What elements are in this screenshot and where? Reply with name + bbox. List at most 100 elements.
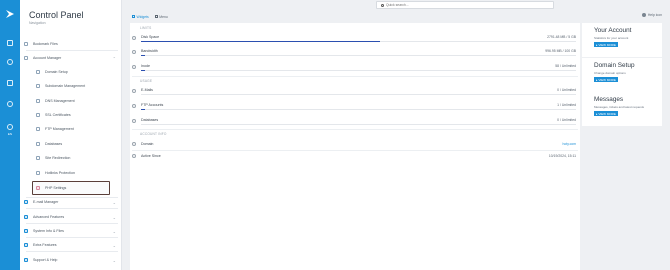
dns-icon (36, 99, 40, 103)
sidebar: Control Panel Navigation Bookmark Files … (20, 0, 122, 270)
stat-label: Databases (141, 118, 159, 122)
info-heading: ACCOUNT INFO (140, 132, 167, 136)
subdomain-icon (36, 84, 40, 88)
inode-icon (132, 65, 136, 69)
domain-icon (132, 142, 136, 146)
globe-icon (36, 70, 40, 74)
clock-icon (132, 154, 136, 158)
sidebar-item-subdomain-management[interactable]: Subdomain Management (36, 82, 85, 90)
info-value: 10/19/2024, 15:11 (548, 154, 576, 158)
chevron-down-icon: ⌄ (112, 199, 116, 205)
app-rail: EN (0, 0, 20, 270)
globe-icon[interactable] (7, 59, 13, 65)
stat-label: E-Mails (141, 88, 153, 92)
shield-icon (36, 171, 40, 175)
tab-widgets[interactable]: Widgets (132, 15, 149, 19)
view-more-button[interactable]: ▸ VIEW MORE (594, 111, 618, 116)
sidebar-item-advanced-features[interactable]: Advanced Features ⌄ (24, 213, 116, 221)
sidebar-item-support-help[interactable]: Support & Help ⌄ (24, 256, 116, 264)
apps-icon[interactable] (7, 80, 13, 86)
stat-label: Inode (141, 64, 150, 68)
divider (132, 76, 578, 77)
lock-icon (36, 113, 40, 117)
sidebar-item-label: SSL Certificates (45, 113, 71, 117)
divider (26, 237, 118, 238)
sidebar-item-account-manager[interactable]: Account Manager ⌃ (24, 54, 116, 62)
card-messages: Messages Messages, tickets and latest re… (582, 92, 662, 126)
divider (26, 251, 118, 252)
card-subtitle: Change domain options (594, 71, 626, 75)
database-icon (132, 119, 136, 123)
sidebar-item-label: Subdomain Management (45, 84, 86, 88)
sidebar-item-domain-setup[interactable]: Domain Setup (36, 68, 68, 76)
usage-bar (141, 124, 576, 126)
search-box[interactable] (376, 1, 554, 9)
redirect-icon (36, 156, 40, 160)
view-more-button[interactable]: ▸ VIEW MORE (594, 42, 618, 47)
view-more-button[interactable]: ▸ VIEW MORE (594, 77, 618, 82)
logo-icon[interactable] (5, 9, 15, 19)
card-your-account: Your Account Statistics for your account… (582, 23, 662, 57)
stat-label: Disk Space (141, 35, 160, 39)
usage-bar (141, 55, 576, 57)
bookmark-files[interactable]: Bookmark Files (24, 40, 120, 47)
usage-bar (141, 41, 576, 43)
stat-value: 996.95 MB / 100 GB (545, 49, 576, 53)
card-title: Messages (594, 96, 624, 103)
divider (132, 150, 578, 151)
usage-bar (141, 70, 576, 72)
chevron-up-icon: ⌃ (112, 55, 116, 61)
stat-value: 58 / Unlimited (555, 64, 576, 68)
settings-icon[interactable] (7, 101, 13, 107)
stat-label: FTP Accounts (141, 103, 164, 107)
sidebar-item-site-redirection[interactable]: Site Redirection (36, 154, 70, 162)
sidebar-item-label: Site Redirection (45, 156, 71, 160)
sidebar-item-label: DNS Management (45, 99, 75, 103)
stat-disk-space: Disk Space 2791.48 MB / 5 GB (132, 35, 578, 45)
sidebar-subtitle: Navigation (29, 21, 46, 25)
sidebar-item-hotlinks-protection[interactable]: Hotlinks Protection (36, 169, 75, 177)
card-subtitle: Statistics for your account (594, 36, 629, 40)
folder-icon (36, 127, 40, 131)
stat-value: 0 / Unlimited (557, 88, 576, 92)
divider (132, 129, 578, 130)
info-domain: Domain hoty.com (132, 141, 578, 149)
usage-bar-fill (141, 55, 146, 57)
card-title: Your Account (594, 27, 632, 34)
stat-ftp-accounts: FTP Accounts 1 / Unlimited (132, 103, 578, 113)
stat-inode: Inode 58 / Unlimited (132, 64, 578, 74)
sidebar-item-ssl-certificates[interactable]: SSL Certificates (36, 111, 71, 119)
stats-panel: LIMITS Disk Space 2791.48 MB / 5 GB Band… (130, 23, 580, 270)
grid-icon[interactable] (7, 40, 13, 46)
language-icon[interactable] (7, 124, 13, 130)
sidebar-item-ftp-management[interactable]: FTP Management (36, 125, 74, 133)
limits-heading: LIMITS (140, 26, 152, 30)
usage-bar (141, 94, 576, 96)
tab-menu[interactable]: Menu (154, 15, 168, 19)
search-input[interactable] (386, 3, 536, 7)
tab-label: Widgets (136, 14, 149, 19)
info-label: Active Since (141, 154, 161, 158)
help-toggle[interactable]: Help icon (641, 13, 662, 17)
bandwidth-icon (132, 50, 136, 54)
chevron-down-icon: ⌄ (112, 228, 116, 234)
sidebar-item-email-manager[interactable]: E-mail Manager ⌄ (24, 198, 116, 206)
sidebar-item-extra-features[interactable]: Extra Features ⌄ (24, 241, 116, 249)
sidebar-item-system-info[interactable]: System Info & Files ⌄ (24, 227, 116, 235)
help-icon (24, 258, 28, 262)
sidebar-item-label: PHP Settings (45, 186, 67, 190)
language-label[interactable]: EN (3, 132, 17, 136)
domain-link[interactable]: hoty.com (562, 142, 576, 146)
sidebar-item-dns-management[interactable]: DNS Management (36, 97, 75, 105)
sidebar-item-label: Databases (45, 142, 63, 146)
divider (26, 208, 118, 209)
chevron-down-icon: ⌄ (112, 257, 116, 263)
stat-value: 2791.48 MB / 5 GB (547, 35, 576, 39)
extra-icon (24, 243, 28, 247)
sidebar-item-label: Advanced Features (33, 215, 65, 219)
sidebar-item-databases[interactable]: Databases (36, 140, 62, 148)
divider (26, 223, 118, 224)
stat-value: 1 / Unlimited (557, 103, 576, 107)
sidebar-item-label: Domain Setup (45, 70, 68, 74)
sidebar-item-php-settings[interactable]: PHP Settings (36, 184, 66, 192)
